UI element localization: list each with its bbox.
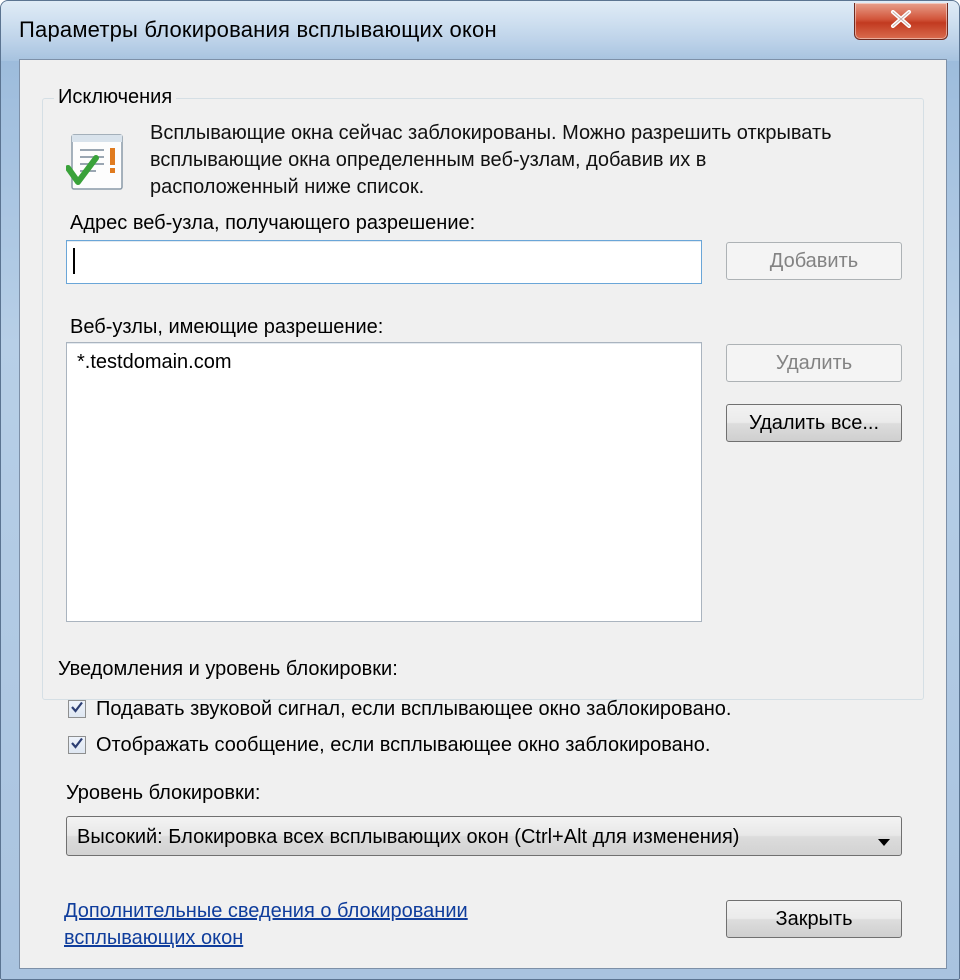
message-checkbox[interactable]: [68, 736, 86, 754]
close-button[interactable]: Закрыть: [726, 900, 902, 938]
block-level-label: Уровень блокировки:: [66, 782, 261, 804]
text-caret: [73, 248, 75, 274]
checkmark-icon: [70, 736, 84, 755]
help-link[interactable]: Дополнительные сведения о блокировании в…: [64, 898, 544, 952]
notifications-heading: Уведомления и уровень блокировки:: [58, 658, 398, 680]
list-check-icon: [65, 132, 128, 199]
block-level-value: Высокий: Блокировка всех всплывающих око…: [77, 826, 740, 848]
info-description: Всплывающие окна сейчас заблокированы. М…: [150, 122, 832, 198]
window-title: Параметры блокирования всплывающих окон: [19, 17, 497, 42]
dialog-client-area: Исключения Всплывающие окна сейчас забло…: [19, 59, 947, 969]
close-icon: [890, 9, 912, 33]
list-item[interactable]: *.testdomain.com: [77, 351, 232, 374]
exceptions-legend: Исключения: [54, 86, 177, 109]
remove-all-button[interactable]: Удалить все...: [726, 404, 902, 442]
sound-checkbox-label[interactable]: Подавать звуковой сигнал, если всплывающ…: [96, 698, 731, 721]
dialog-window: Параметры блокирования всплывающих окон …: [0, 0, 960, 980]
window-close-button[interactable]: [854, 3, 948, 40]
sound-checkbox[interactable]: [68, 700, 86, 718]
allowed-sites-label: Веб-узлы, имеющие разрешение:: [70, 316, 384, 338]
address-label: Адрес веб-узла, получающего разрешение:: [70, 212, 476, 234]
chevron-down-icon: [877, 831, 891, 854]
address-input[interactable]: [66, 240, 702, 284]
block-level-select[interactable]: Высокий: Блокировка всех всплывающих око…: [66, 816, 902, 856]
checkmark-icon: [70, 700, 84, 719]
message-checkbox-label[interactable]: Отображать сообщение, если всплывающее о…: [96, 734, 710, 757]
add-button[interactable]: Добавить: [726, 242, 902, 280]
allowed-sites-list[interactable]: *.testdomain.com: [66, 342, 702, 622]
remove-button[interactable]: Удалить: [726, 344, 902, 382]
